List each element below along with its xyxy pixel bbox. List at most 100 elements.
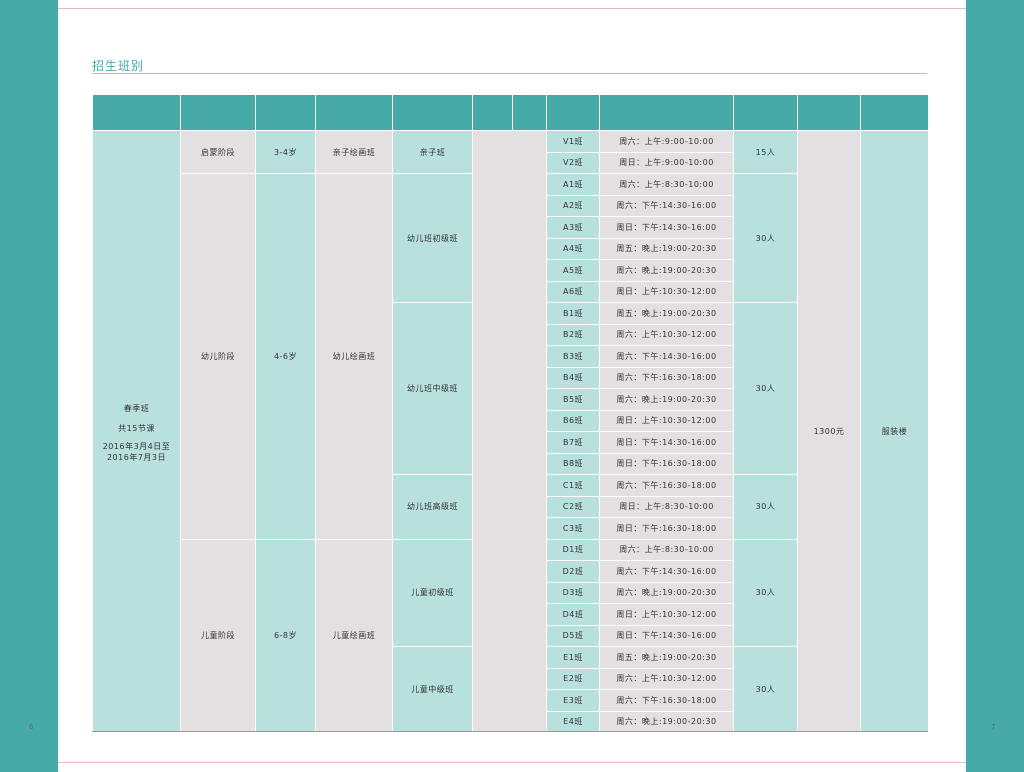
table-row: 春季班 共15节课 2016年3月4日至2016年7月3日 启蒙阶段 3-4岁 …	[92, 130, 929, 733]
class-code: D3班	[546, 581, 600, 604]
top-rule	[58, 8, 966, 9]
header-cell	[512, 94, 547, 131]
age-cell: 6-8岁	[255, 538, 316, 733]
level-cell: 亲子班	[392, 130, 473, 174]
class-code: E3班	[546, 689, 600, 712]
season-period: 2016年3月4日至2016年7月3日	[102, 441, 171, 462]
class-code: C1班	[546, 474, 600, 497]
class-time: 周六：下午:16:30-18:00	[599, 474, 734, 497]
class-time: 周六：上午:8:30-10:00	[599, 173, 734, 196]
capacity-cell: 30人	[733, 538, 798, 647]
header-cell	[92, 94, 181, 131]
class-time: 周日：下午:16:30-18:00	[599, 517, 734, 540]
left-page-number: 6	[29, 723, 34, 731]
header-cell	[255, 94, 316, 131]
stage-cell: 启蒙阶段	[180, 130, 256, 174]
class-code: A1班	[546, 173, 600, 196]
class-time: 周日：上午:8:30-10:00	[599, 495, 734, 518]
class-code: D4班	[546, 603, 600, 626]
class-code: B6班	[546, 409, 600, 432]
table-header-row	[92, 94, 929, 131]
header-cell	[546, 94, 600, 131]
stage-cell: 儿童阶段	[180, 538, 256, 733]
level-cell: 儿童初级班	[392, 538, 473, 647]
right-page-edge	[965, 0, 966, 772]
capacity-cell: 30人	[733, 302, 798, 475]
header-cell	[860, 94, 929, 131]
level-cell: 幼儿班初级班	[392, 173, 473, 303]
class-time: 周五：晚上:19:00-20:30	[599, 302, 734, 325]
class-code: B5班	[546, 388, 600, 411]
class-code: V1班	[546, 130, 600, 153]
class-code: C2班	[546, 495, 600, 518]
course-cell: 亲子绘画班	[315, 130, 393, 174]
left-page-edge	[58, 0, 59, 772]
class-time: 周五：晚上:19:00-20:30	[599, 237, 734, 260]
class-code: D5班	[546, 624, 600, 647]
header-cell	[180, 94, 256, 131]
class-code: C3班	[546, 517, 600, 540]
season-cell: 春季班 共15节课 2016年3月4日至2016年7月3日	[92, 130, 181, 733]
age-cell: 3-4岁	[255, 130, 316, 174]
class-code: A3班	[546, 216, 600, 239]
class-code: B2班	[546, 323, 600, 346]
class-code: A5班	[546, 259, 600, 282]
level-cell: 儿童中级班	[392, 646, 473, 733]
class-time: 周五：晚上:19:00-20:30	[599, 646, 734, 669]
class-code: A6班	[546, 280, 600, 303]
location-cell: 服装楼	[860, 130, 929, 733]
class-code: A4班	[546, 237, 600, 260]
class-code: B8班	[546, 452, 600, 475]
class-time: 周日：上午:10:30-12:00	[599, 280, 734, 303]
fee-cell: 1300元	[797, 130, 861, 733]
class-time: 周六：晚上:19:00-20:30	[599, 710, 734, 733]
title-rule	[92, 73, 927, 74]
table-bottom-rule	[92, 731, 928, 732]
header-cell	[797, 94, 861, 131]
season-name: 春季班	[123, 403, 150, 413]
header-cell	[472, 94, 513, 131]
class-time: 周六：上午:10:30-12:00	[599, 323, 734, 346]
class-time: 周日：上午:10:30-12:00	[599, 409, 734, 432]
level-cell: 幼儿班中级班	[392, 302, 473, 475]
class-code: B3班	[546, 345, 600, 368]
class-code: A2班	[546, 194, 600, 217]
class-code: B4班	[546, 366, 600, 389]
right-page-number: 7	[991, 723, 996, 731]
class-time: 周六：上午:10:30-12:00	[599, 667, 734, 690]
class-time: 周六：下午:16:30-18:00	[599, 689, 734, 712]
right-side-band	[966, 0, 1024, 772]
class-time: 周六：下午:14:30-16:00	[599, 345, 734, 368]
capacity-cell: 30人	[733, 474, 798, 540]
class-time: 周六：晚上:19:00-20:30	[599, 388, 734, 411]
capacity-cell: 15人	[733, 130, 798, 174]
header-cell	[733, 94, 798, 131]
class-code: V2班	[546, 151, 600, 174]
bottom-page-rule	[58, 762, 966, 763]
class-time: 周日：下午:14:30-16:00	[599, 216, 734, 239]
header-cell	[392, 94, 473, 131]
class-time: 周六：下午:16:30-18:00	[599, 366, 734, 389]
class-code: B7班	[546, 431, 600, 454]
season-lessons: 共15节课	[118, 423, 155, 433]
class-time: 周日：下午:16:30-18:00	[599, 452, 734, 475]
class-time: 周日：上午:10:30-12:00	[599, 603, 734, 626]
header-cell	[599, 94, 734, 131]
class-time: 周日：下午:14:30-16:00	[599, 431, 734, 454]
section-title: 招生班别	[92, 59, 145, 73]
class-code: E2班	[546, 667, 600, 690]
class-time: 周六：上午:8:30-10:00	[599, 538, 734, 561]
class-time: 周六：上午:9:00-10:00	[599, 130, 734, 153]
class-code: E1班	[546, 646, 600, 669]
header-cell	[315, 94, 393, 131]
course-cell: 幼儿绘画班	[315, 173, 393, 540]
class-time: 周六：下午:14:30-16:00	[599, 560, 734, 583]
class-time: 周六：晚上:19:00-20:30	[599, 581, 734, 604]
level-cell: 幼儿班高级班	[392, 474, 473, 540]
capacity-cell: 30人	[733, 173, 798, 303]
stage-cell: 幼儿阶段	[180, 173, 256, 540]
blank-column	[472, 130, 547, 733]
enrollment-table: 春季班 共15节课 2016年3月4日至2016年7月3日 启蒙阶段 3-4岁 …	[92, 94, 929, 733]
age-cell: 4-6岁	[255, 173, 316, 540]
class-code: B1班	[546, 302, 600, 325]
